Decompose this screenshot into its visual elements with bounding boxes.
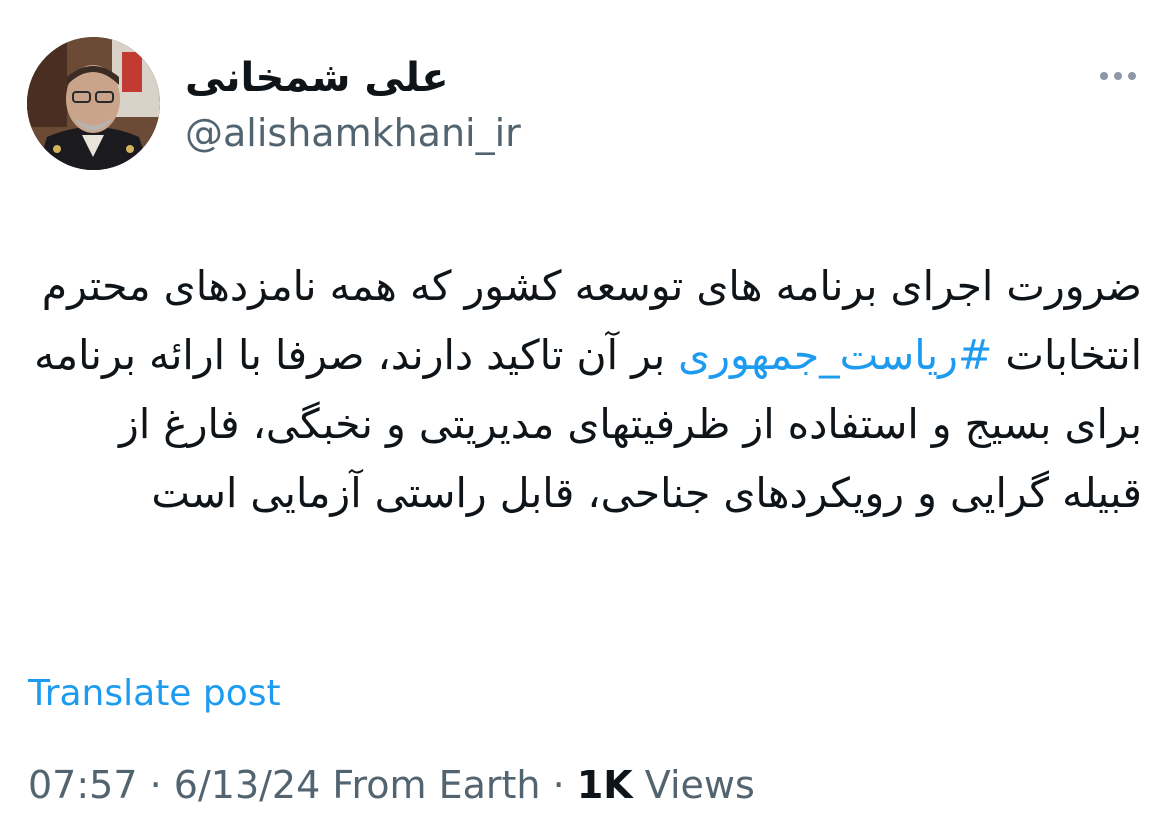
avatar-image <box>27 37 160 170</box>
more-horizontal-icon <box>1100 72 1108 80</box>
avatar[interactable] <box>27 37 160 170</box>
post-date[interactable]: 6/13/24 <box>174 763 321 807</box>
hashtag-link[interactable]: #ریاست_جمهوری <box>678 331 992 379</box>
more-options-button[interactable] <box>1094 60 1142 92</box>
tweet-text: ضرورت اجرای برنامه های توسعه کشور که همه… <box>28 252 1142 528</box>
post-source: From Earth <box>332 763 541 807</box>
author-handle[interactable]: @alishamkhani_ir <box>185 109 521 157</box>
views-label: Views <box>644 763 755 807</box>
tweet-post: علی شمخانی @alishamkhani_ir ضرورت اجرای … <box>0 0 1170 830</box>
views-count[interactable]: 1K <box>577 763 633 807</box>
more-horizontal-icon <box>1128 72 1136 80</box>
post-meta: 07:57 · 6/13/24 From Earth · 1K Views <box>28 760 755 810</box>
translate-post-link[interactable]: Translate post <box>28 670 281 718</box>
author-display-name[interactable]: علی شمخانی <box>185 50 449 106</box>
post-time[interactable]: 07:57 <box>28 763 138 807</box>
more-horizontal-icon <box>1114 72 1122 80</box>
meta-separator: · <box>552 763 565 807</box>
meta-separator: · <box>149 763 162 807</box>
